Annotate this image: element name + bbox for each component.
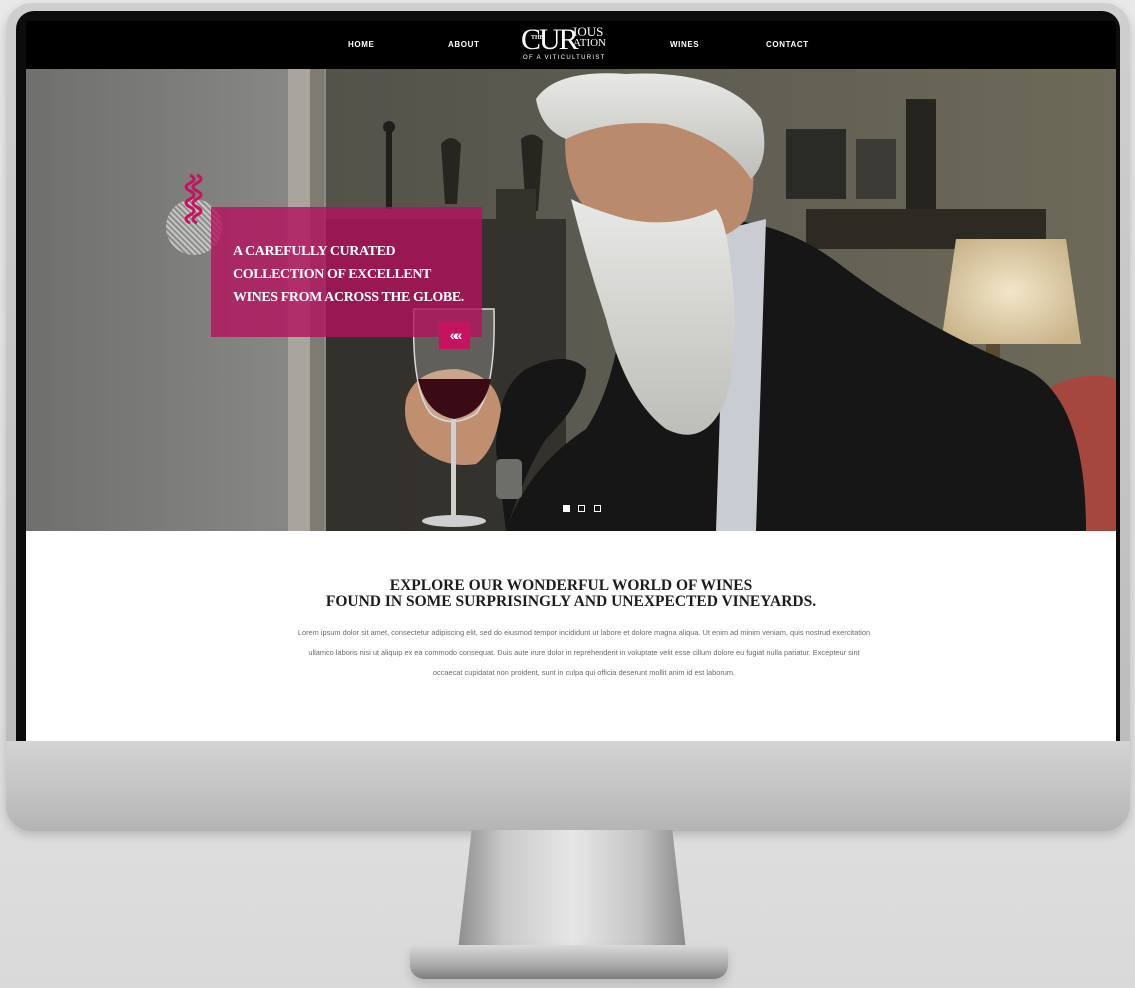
logo-the: THE <box>531 35 544 41</box>
monitor-stand-neck <box>458 830 686 950</box>
chevron-left-double-icon[interactable]: «« <box>439 322 470 349</box>
promo-line-2: COLLECTION OF EXCELLENT <box>233 267 431 282</box>
slider-dot-3[interactable] <box>593 505 601 512</box>
logo-tagline: OF A VITICULTURIST <box>523 55 606 61</box>
slider-dots <box>563 499 605 517</box>
intro-headline-line-1: EXPLORE OUR WONDERFUL WORLD OF WINES <box>389 577 753 594</box>
nav-about-link[interactable]: ABOUT <box>448 40 479 49</box>
site-logo[interactable]: CUR THE IOUS ATION OF A VITICULTURIST <box>521 25 633 65</box>
monitor-chin <box>6 741 1130 831</box>
intro-section: EXPLORE OUR WONDERFUL WORLD OF WINES FOU… <box>26 531 1116 741</box>
hero-promo-box: A CAREFULLY CURATED COLLECTION OF EXCELL… <box>211 207 482 337</box>
promo-line-3: WINES FROM ACROSS THE GLOBE. <box>233 290 464 305</box>
nav-home-link[interactable]: HOME <box>348 40 374 49</box>
desktop-monitor: HOME ABOUT CUR THE IOUS ATION OF A VITIC… <box>6 3 1130 831</box>
nav-wines-link[interactable]: WINES <box>670 40 699 49</box>
slider-dot-2[interactable] <box>578 505 586 512</box>
monitor-bezel: HOME ABOUT CUR THE IOUS ATION OF A VITIC… <box>16 11 1120 741</box>
website-screen: HOME ABOUT CUR THE IOUS ATION OF A VITIC… <box>26 21 1116 741</box>
hero-photo-man-with-wine <box>26 69 1116 531</box>
logo-middle-text: ATION <box>573 37 606 49</box>
intro-body-text: Lorem ipsum dolor sit amet, consectetur … <box>297 628 871 677</box>
hero-slider: A CAREFULLY CURATED COLLECTION OF EXCELL… <box>26 69 1116 531</box>
intro-headline-line-2: FOUND IN SOME SURPRISINGLY AND UNEXPECTE… <box>325 593 817 610</box>
nav-contact-link[interactable]: CONTACT <box>766 40 809 49</box>
squiggle-icon <box>184 173 203 225</box>
hero-promo-text: A CAREFULLY CURATED COLLECTION OF EXCELL… <box>233 240 473 309</box>
monitor-stand-base <box>410 945 728 979</box>
slider-dot-1[interactable] <box>563 505 570 512</box>
promo-line-1: A CAREFULLY CURATED <box>233 244 396 259</box>
logo-mark: CUR <box>521 23 579 56</box>
top-navigation: HOME ABOUT CUR THE IOUS ATION OF A VITIC… <box>26 21 1116 69</box>
